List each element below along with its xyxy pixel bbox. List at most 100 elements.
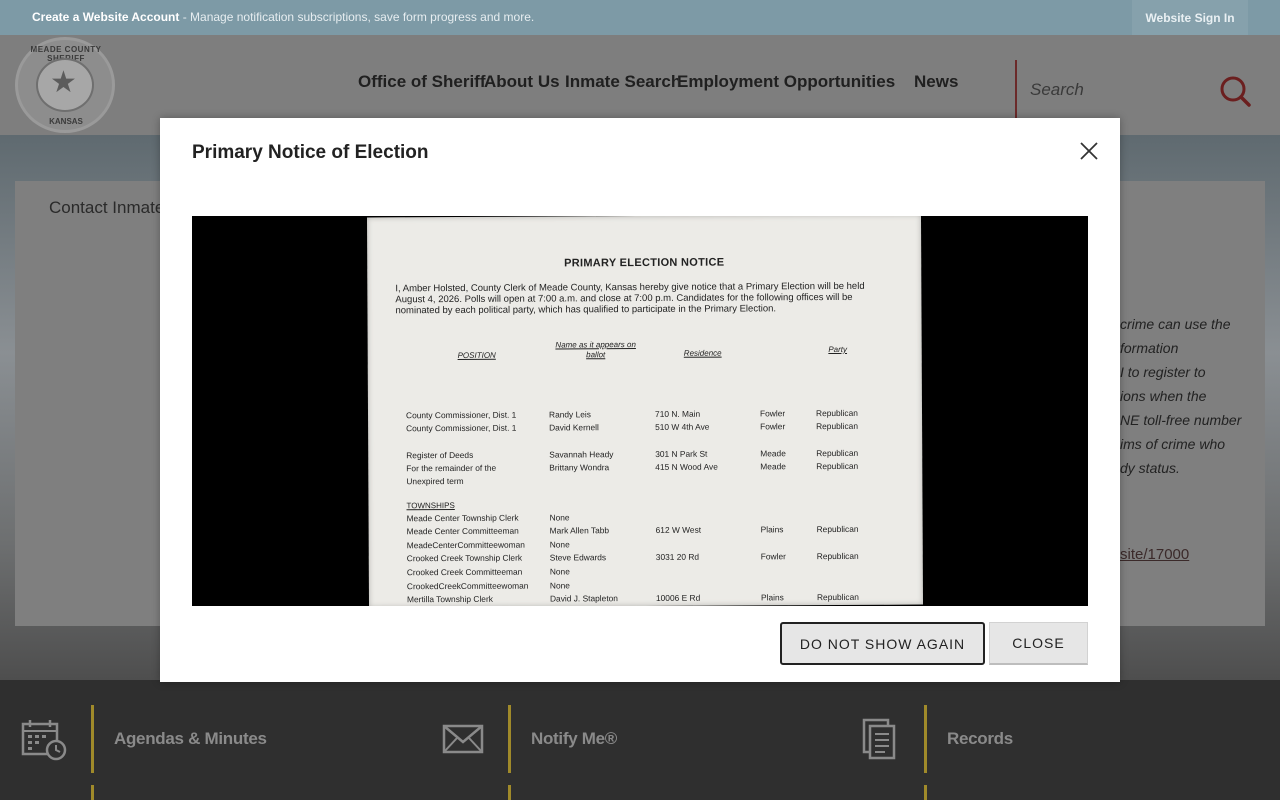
notice-cell-city: Fowler	[760, 551, 786, 562]
notice-header-name: Name as it appears on ballot	[555, 340, 636, 360]
notice-header-position: POSITION	[457, 350, 496, 360]
side-paragraph: crime can use the formation I to registe…	[1120, 312, 1260, 480]
notice-cell-residence: 10006 E Rd	[655, 592, 701, 603]
notice-cell-city: Plains	[760, 524, 784, 535]
notice-section-townships: TOWNSHIPS	[406, 500, 455, 511]
notice-cell-city: Meade	[760, 461, 786, 472]
notice-paper: PRIMARY ELECTION NOTICE I, Amber Holsted…	[366, 216, 924, 606]
notice-cell-residence: 612 W West	[655, 524, 702, 535]
notice-cell-residence: 510 W 4th Ave	[655, 421, 710, 432]
side-text-line: NE toll-free number	[1120, 412, 1242, 428]
notice-cell-city: Fowler	[759, 408, 786, 419]
create-account-link[interactable]: Create a Website Account	[32, 10, 179, 24]
nav-inmate-search[interactable]: Inmate Search	[565, 72, 678, 92]
side-link[interactable]: site/17000	[1120, 546, 1189, 563]
notice-cell-name: None	[549, 512, 570, 523]
notice-row: Register of Deeds Savannah Heady 301 N Par…	[368, 448, 922, 462]
notice-cell-name: Brittany Wondra	[549, 462, 610, 473]
footer-divider	[508, 705, 511, 773]
modal-title: Primary Notice of Election	[192, 142, 429, 163]
notice-rows: County Commissioner, Dist. 1 Randy Leis 71…	[367, 216, 921, 604]
notice-header-residence: Residence	[683, 348, 722, 358]
nav-employment-opportunities[interactable]: Employment Opportunities	[677, 72, 895, 92]
notice-cell-residence: 415 N Wood Ave	[655, 461, 718, 472]
website-sign-in-button[interactable]: Website Sign In	[1132, 0, 1248, 35]
notice-cell-name: Mark Allen Tabb	[549, 525, 610, 536]
notice-cell-city: Plains	[760, 592, 784, 603]
notice-cell-name: None	[549, 539, 570, 550]
sheriff-logo[interactable]: MEADE COUNTY SHERIFF ★ KANSAS	[15, 37, 115, 133]
nav-office-of-sheriff[interactable]: Office of Sheriff	[358, 72, 486, 92]
notice-title: PRIMARY ELECTION NOTICE	[564, 256, 725, 270]
election-notice-modal: Primary Notice of Election PRIMARY ELECT…	[160, 118, 1120, 682]
create-account-description: - Manage notification subscriptions, sav…	[179, 10, 535, 24]
notice-cell-position: Crooked Creek Township Clerk	[406, 552, 523, 564]
notice-cell-name: None	[549, 580, 570, 591]
notice-cell-party: Republican	[816, 460, 859, 472]
footer-notify-me-link[interactable]: Notify Me®	[531, 729, 617, 749]
notice-cell-city: Fowler	[760, 421, 786, 432]
notice-cell-name: None	[549, 566, 570, 577]
notice-cell-name: David Kernell	[549, 422, 599, 433]
notice-cell-party: Republican	[816, 523, 859, 535]
logo-bottom-text: KANSAS	[49, 117, 83, 126]
footer-divider	[924, 705, 927, 773]
footer-agendas-minutes-link[interactable]: Agendas & Minutes	[114, 729, 267, 749]
notice-cell-party: Republican	[816, 447, 859, 459]
notice-row: CrookedCreekCommitteewoman None	[369, 579, 923, 593]
search-icon[interactable]	[1218, 74, 1252, 108]
side-text-line: dy status.	[1120, 460, 1180, 476]
notice-header-party: Party	[828, 344, 848, 355]
notice-cell-position: Crooked Creek Committeeman	[406, 566, 523, 578]
notice-cell-party: Republican	[815, 407, 858, 419]
close-button[interactable]: CLOSE	[989, 622, 1088, 665]
envelope-icon	[442, 724, 484, 754]
notice-row: Meade Center Township Clerk None	[369, 511, 923, 525]
notice-cell-party: Republican	[816, 591, 859, 603]
notice-cell-residence: 3031 20 Rd	[655, 551, 700, 562]
notice-row: MeadeCenterCommitteewoman None	[369, 538, 923, 552]
notice-row: Meade Center Committeeman Mark Allen Tabb…	[369, 524, 923, 538]
search-input[interactable]	[1030, 78, 1210, 102]
calendar-clock-icon	[21, 720, 67, 761]
notice-row: County Commissioner, Dist. 1 Randy Leis 71…	[368, 408, 922, 422]
notice-cell-party: Republican	[816, 550, 859, 562]
notice-row: Unexpired term	[368, 474, 922, 488]
close-icon[interactable]	[1078, 140, 1100, 162]
notice-photo: PRIMARY ELECTION NOTICE I, Amber Holsted…	[192, 216, 1088, 606]
notice-cell-position: Unexpired term	[406, 475, 464, 487]
notice-cell-name: Randy Leis	[548, 409, 591, 420]
star-icon: ★	[50, 66, 77, 99]
notice-cell-position: Register of Deeds	[406, 449, 474, 461]
notice-cell-position: MeadeCenterCommitteewoman	[406, 539, 525, 551]
footer-divider	[91, 785, 94, 800]
notice-cell-party: Republican	[816, 420, 859, 432]
notice-row: Mertilla Township Clerk David J. Stapleto…	[369, 592, 923, 606]
notice-cell-position: Meade Center Committeeman	[406, 525, 519, 537]
notice-intro: I, Amber Holsted, County Clerk of Meade …	[395, 280, 865, 317]
notice-cell-name: Savannah Heady	[549, 449, 614, 460]
footer-records-link[interactable]: Records	[947, 729, 1013, 749]
notice-cell-position: CrookedCreekCommitteewoman	[406, 580, 529, 592]
create-account-message[interactable]: Create a Website Account - Manage notifi…	[32, 10, 534, 24]
notice-cell-position: County Commissioner, Dist. 1	[406, 422, 517, 434]
side-text-line: ims of crime who	[1120, 436, 1226, 452]
nav-about-us[interactable]: About Us	[484, 72, 560, 92]
notice-cell-position: Mertilla Township Clerk	[406, 593, 493, 605]
notice-row: County Commissioner, Dist. 1 David Kernel…	[368, 421, 922, 435]
notice-cell-name: Steve Edwards	[549, 552, 607, 563]
notice-row: For the remainder of the Brittany Wondra 4…	[368, 461, 922, 475]
notice-cell-position: For the remainder of the	[406, 462, 497, 474]
notice-cell-residence: 301 N Park St	[655, 448, 708, 459]
nav-news[interactable]: News	[914, 72, 958, 92]
notice-cell-position: Meade Center Township Clerk	[406, 512, 519, 524]
breadcrumb[interactable]: Contact Inmate	[49, 198, 164, 218]
do-not-show-again-button[interactable]: DO NOT SHOW AGAIN	[780, 622, 985, 665]
notice-cell-city: Meade	[760, 448, 786, 459]
side-text-line: crime can use the	[1120, 316, 1231, 332]
footer-divider	[508, 785, 511, 800]
notice-cell-position: County Commissioner, Dist. 1	[405, 409, 517, 421]
top-bar: Create a Website Account - Manage notifi…	[0, 0, 1280, 35]
notice-row: Crooked Creek Township Clerk Steve Edward…	[369, 551, 923, 565]
side-text-line: formation	[1120, 340, 1179, 356]
